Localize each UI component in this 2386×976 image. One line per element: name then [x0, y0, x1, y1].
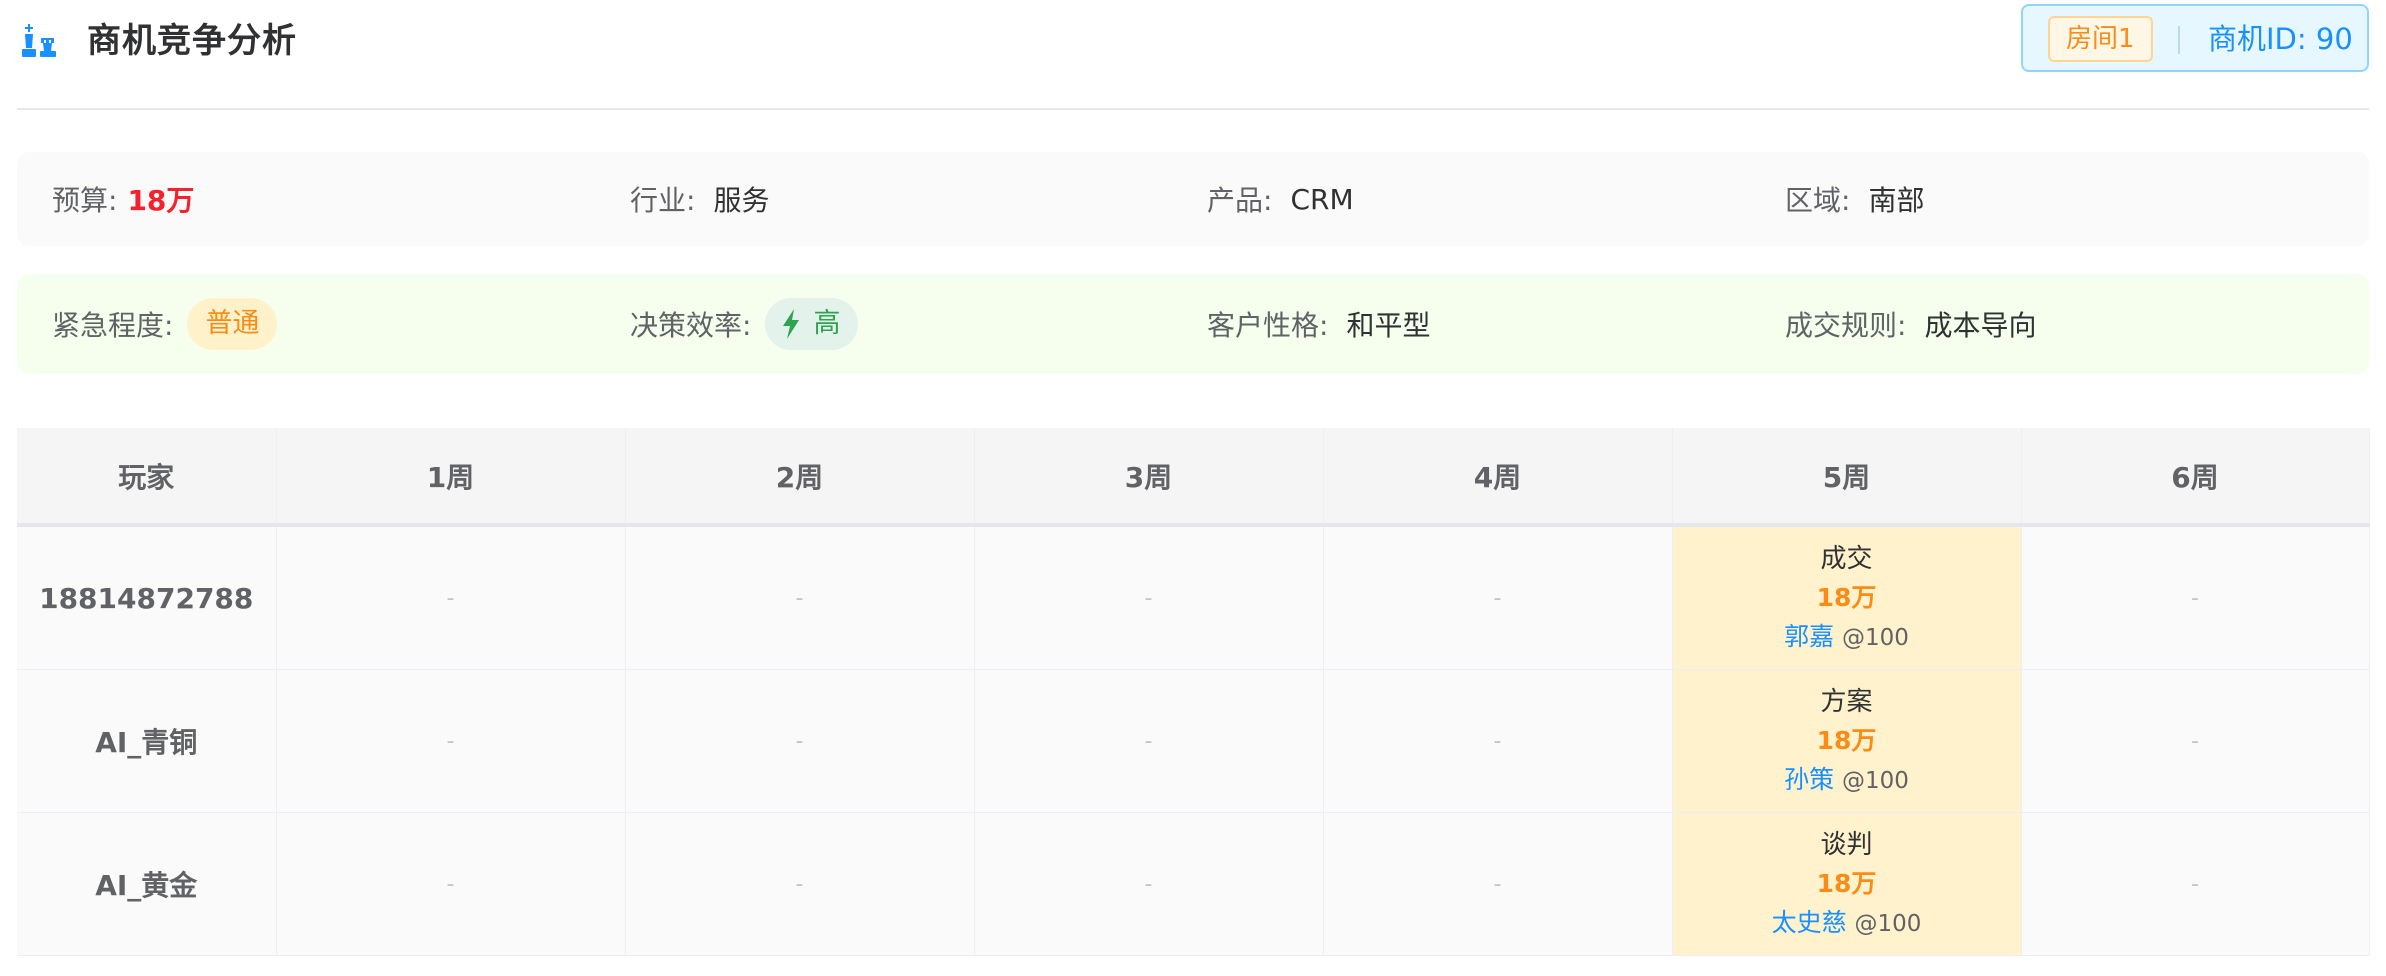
empty-cell: -	[276, 812, 626, 956]
player-name: AI_青铜	[17, 669, 277, 813]
basic-info-panel: 预算: 18万 行业: 服务 产品: CRM 区域: 南部	[17, 152, 2369, 246]
rep-name-link[interactable]: 郭嘉	[1784, 622, 1834, 651]
deal-rule-label: 成交规则:	[1785, 309, 1907, 342]
urgency-badge: 普通	[187, 298, 278, 350]
region-field: 区域: 南部	[1785, 152, 1924, 246]
empty-cell: -	[625, 525, 975, 670]
cell-stage: 方案	[1820, 686, 1873, 717]
column-header-week-4: 4周	[1323, 428, 1673, 527]
rep-score: @100	[1854, 910, 1922, 937]
player-name: AI_黄金	[17, 812, 277, 956]
product-value: CRM	[1290, 182, 1354, 216]
rep-score: @100	[1842, 767, 1909, 794]
table-row: 18814872788 - - - - 成交 18万 郭嘉 @100 -	[17, 525, 2370, 670]
empty-cell: -	[1323, 812, 1673, 956]
chess-icon	[22, 24, 56, 57]
empty-cell: -	[276, 525, 626, 670]
page: 商机竞争分析 房间1 商机ID: 90 预算: 18万 行业: 服务 产品: C…	[17, 0, 2370, 956]
empty-cell: -	[276, 669, 626, 813]
room-badge: 房间1 商机ID: 90	[2021, 4, 2369, 72]
rep-name-link[interactable]: 太史慈	[1772, 908, 1847, 937]
budget-label: 预算:	[52, 184, 118, 217]
cell-amount: 18万	[1816, 868, 1877, 898]
empty-cell: -	[974, 669, 1324, 813]
table-header-row: 玩家 1周 2周 3周 4周 5周 6周	[17, 428, 2370, 527]
decision-efficiency-label: 决策效率:	[630, 309, 752, 342]
competition-table: 玩家 1周 2周 3周 4周 5周 6周 18814872788 - - - -…	[17, 428, 2370, 956]
industry-label: 行业:	[630, 184, 696, 217]
page-header: 商机竞争分析 房间1 商机ID: 90	[17, 0, 2369, 110]
decision-efficiency-field: 决策效率: 高	[630, 274, 859, 374]
week-5-cell[interactable]: 谈判 18万 太史慈 @100	[1672, 812, 2022, 956]
table-row: AI_黄金 - - - - 谈判 18万 太史慈 @100 -	[17, 812, 2370, 956]
region-value: 南部	[1868, 184, 1925, 217]
column-header-week-3: 3周	[974, 428, 1324, 527]
empty-cell: -	[1323, 669, 1673, 813]
cell-rep: 孙策 @100	[1673, 760, 2021, 801]
personality-label: 客户性格:	[1207, 309, 1329, 342]
rep-name-link[interactable]: 孙策	[1784, 765, 1834, 794]
cell-stage: 谈判	[1820, 829, 1873, 860]
bolt-icon	[783, 309, 800, 339]
personality-value: 和平型	[1346, 309, 1431, 342]
urgency-field: 紧急程度: 普通	[52, 274, 278, 374]
empty-cell: -	[625, 812, 975, 956]
column-header-player: 玩家	[17, 428, 277, 527]
room-tag: 房间1	[2048, 16, 2153, 62]
empty-cell: -	[974, 812, 1324, 956]
decision-efficiency-value: 高	[813, 308, 841, 339]
empty-cell: -	[2021, 669, 2370, 813]
column-header-week-5: 5周	[1672, 428, 2022, 527]
week-5-cell[interactable]: 方案 18万 孙策 @100	[1672, 669, 2022, 813]
empty-cell: -	[2021, 812, 2370, 956]
column-header-week-2: 2周	[625, 428, 975, 527]
player-name: 18814872788	[17, 525, 277, 670]
decision-efficiency-badge: 高	[765, 298, 859, 350]
traits-panel: 紧急程度: 普通 决策效率: 高 客户性格: 和平型 成交规则: 成本导向	[17, 274, 2369, 374]
product-field: 产品: CRM	[1207, 152, 1354, 246]
cell-rep: 太史慈 @100	[1673, 903, 2021, 944]
budget-value: 18万	[127, 184, 195, 217]
cell-amount: 18万	[1816, 725, 1877, 755]
page-title: 商机竞争分析	[87, 21, 297, 61]
empty-cell: -	[974, 525, 1324, 670]
week-5-cell[interactable]: 成交 18万 郭嘉 @100	[1672, 525, 2022, 670]
industry-field: 行业: 服务	[630, 152, 769, 246]
urgency-label: 紧急程度:	[52, 309, 174, 342]
rep-score: @100	[1842, 624, 1909, 651]
personality-field: 客户性格: 和平型	[1207, 274, 1430, 374]
budget-field: 预算: 18万	[52, 152, 194, 246]
table-row: AI_青铜 - - - - 方案 18万 孙策 @100 -	[17, 669, 2370, 813]
column-header-week-6: 6周	[2021, 428, 2370, 527]
deal-rule-value: 成本导向	[1924, 309, 2037, 342]
empty-cell: -	[1323, 525, 1673, 670]
badge-divider	[2178, 26, 2180, 54]
opportunity-id: 商机ID: 90	[2208, 22, 2353, 56]
industry-value: 服务	[713, 184, 770, 217]
empty-cell: -	[2021, 525, 2370, 670]
product-label: 产品:	[1207, 184, 1273, 217]
deal-rule-field: 成交规则: 成本导向	[1785, 274, 2036, 374]
cell-rep: 郭嘉 @100	[1673, 617, 2021, 658]
column-header-week-1: 1周	[276, 428, 626, 527]
empty-cell: -	[625, 669, 975, 813]
cell-stage: 成交	[1820, 543, 1873, 574]
cell-amount: 18万	[1816, 582, 1877, 612]
region-label: 区域:	[1785, 184, 1851, 217]
